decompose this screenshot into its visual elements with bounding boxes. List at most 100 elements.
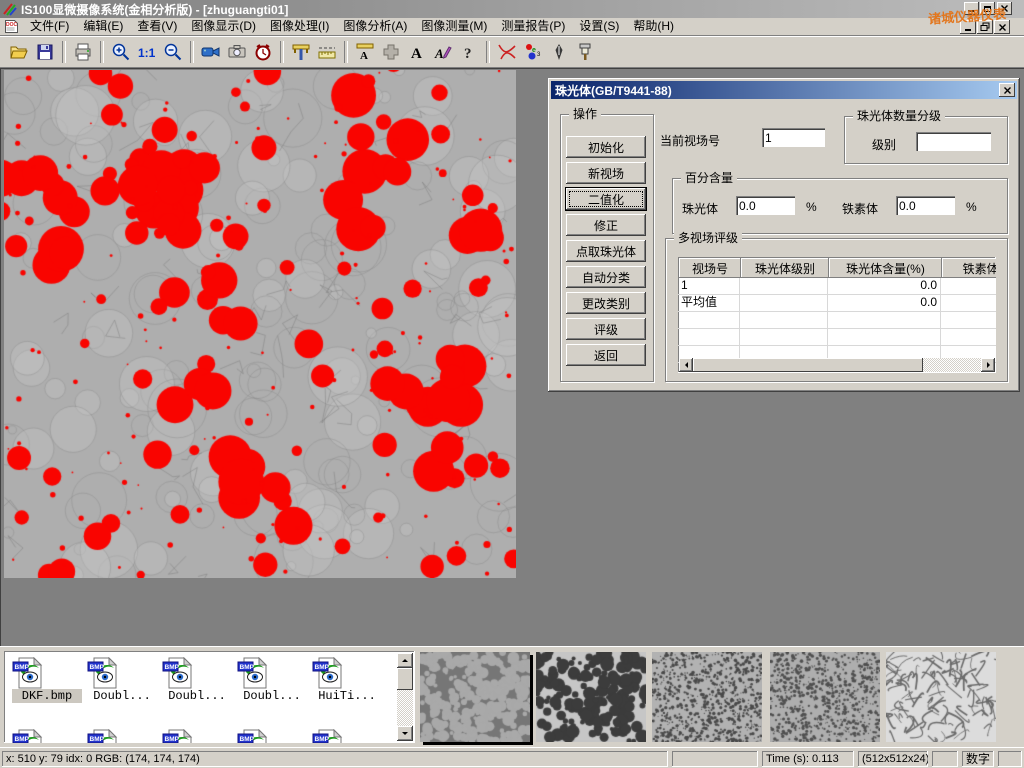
menu-image-process[interactable]: 图像处理(I): [263, 18, 336, 35]
thumbnail-3[interactable]: [652, 652, 762, 742]
change-class-button[interactable]: 更改类别: [566, 292, 646, 314]
file-name[interactable]: Doubl...: [87, 689, 157, 703]
file-item[interactable]: [87, 729, 157, 743]
file-item[interactable]: Doubl...: [162, 657, 232, 703]
caliper-icon[interactable]: [288, 39, 314, 65]
scroll-up-icon[interactable]: [397, 653, 413, 668]
multifield-table[interactable]: 视场号 珠光体级别 珠光体含量(%) 铁素体含量(%) 1 0.0 平均值 0.…: [678, 257, 996, 373]
grade-input[interactable]: [916, 132, 992, 152]
app-icon: [3, 2, 17, 16]
operation-group-label: 操作: [569, 107, 601, 121]
file-item[interactable]: HuiTi...: [312, 657, 382, 703]
menu-settings[interactable]: 设置(S): [572, 18, 626, 35]
pearlite-input[interactable]: [736, 196, 796, 216]
zoom-out-icon[interactable]: [160, 39, 186, 65]
table-row[interactable]: 1 0.0: [678, 278, 996, 295]
annotate-pencil-icon[interactable]: A: [430, 39, 456, 65]
scroll-right-icon[interactable]: [981, 358, 995, 372]
dialog-close-icon[interactable]: [999, 83, 1015, 97]
ferrite-label: 铁素体: [842, 200, 878, 217]
metallograph-canvas[interactable]: [4, 70, 516, 578]
hscroll-thumb[interactable]: [693, 358, 923, 372]
menu-image-analysis[interactable]: 图像分析(A): [336, 18, 414, 35]
document-icon[interactable]: DOC: [4, 19, 19, 34]
ferrite-input[interactable]: [896, 196, 956, 216]
help-icon[interactable]: ?: [456, 39, 482, 65]
measure-text-icon[interactable]: A: [352, 39, 378, 65]
menu-edit[interactable]: 编辑(E): [76, 18, 130, 35]
scroll-left-icon[interactable]: [679, 358, 693, 372]
pattern-cross-icon[interactable]: [378, 39, 404, 65]
text-label-icon[interactable]: A: [404, 39, 430, 65]
toolbar-separator: [100, 41, 104, 63]
file-item[interactable]: Doubl...: [87, 657, 157, 703]
pearlite-percent-sign: %: [806, 200, 817, 214]
vscroll-thumb[interactable]: [397, 668, 413, 690]
file-item[interactable]: [312, 729, 382, 743]
file-browser[interactable]: DKF.bmp Doubl... Doubl... Doubl... HuiTi…: [4, 651, 415, 743]
menu-image-display[interactable]: 图像显示(D): [184, 18, 263, 35]
file-item[interactable]: DKF.bmp: [12, 657, 82, 703]
pen-tool-icon[interactable]: [546, 39, 572, 65]
brush-tool-icon[interactable]: [572, 39, 598, 65]
curve-tool-icon[interactable]: [494, 39, 520, 65]
menu-view[interactable]: 查看(V): [130, 18, 184, 35]
file-name[interactable]: HuiTi...: [312, 689, 382, 703]
file-item[interactable]: Doubl...: [237, 657, 307, 703]
actual-size-icon[interactable]: 1:1: [134, 39, 160, 65]
svg-text:?: ?: [464, 46, 472, 62]
dialog-title-bar[interactable]: 珠光体(GB/T9441-88): [551, 81, 1017, 99]
col-pearlite-content[interactable]: 珠光体含量(%): [829, 258, 942, 278]
snapshot-camera-icon[interactable]: [224, 39, 250, 65]
rate-button[interactable]: 评级: [566, 318, 646, 340]
file-vscrollbar[interactable]: [397, 653, 413, 741]
table-hscrollbar[interactable]: [679, 358, 995, 372]
file-item[interactable]: [162, 729, 232, 743]
status-image-size: (512x512x24): [858, 751, 928, 767]
thumbnail-5[interactable]: [886, 652, 996, 742]
table-row[interactable]: 平均值 0.0: [678, 295, 996, 312]
particle-classify-icon[interactable]: e3: [520, 39, 546, 65]
scroll-down-icon[interactable]: [397, 726, 413, 741]
open-icon[interactable]: [6, 39, 32, 65]
correct-button[interactable]: 修正: [566, 214, 646, 236]
thumbnail-4[interactable]: [770, 652, 880, 742]
timer-clock-icon[interactable]: [250, 39, 276, 65]
multifield-group-label: 多视场评级: [674, 231, 742, 245]
menu-image-measure[interactable]: 图像测量(M): [414, 18, 494, 35]
status-mode: 数字: [962, 751, 994, 767]
thumbnail-2[interactable]: [536, 652, 646, 742]
col-field-no[interactable]: 视场号: [679, 258, 741, 278]
zoom-in-icon[interactable]: [108, 39, 134, 65]
return-button[interactable]: 返回: [566, 344, 646, 366]
menu-file[interactable]: 文件(F): [23, 18, 76, 35]
save-icon[interactable]: [32, 39, 58, 65]
grading-group-label: 珠光体数量分级: [853, 109, 945, 123]
pick-pearlite-button[interactable]: 点取珠光体: [566, 240, 646, 262]
init-button[interactable]: 初始化: [566, 136, 646, 158]
file-name[interactable]: Doubl...: [237, 689, 307, 703]
print-icon[interactable]: [70, 39, 96, 65]
file-name[interactable]: DKF.bmp: [12, 689, 82, 703]
title-bar: IS100显微摄像系统(金相分析版) - [zhuguangti01]: [0, 0, 1024, 18]
current-field-input[interactable]: [762, 128, 826, 148]
new-field-button[interactable]: 新视场: [566, 162, 646, 184]
menu-measure-report[interactable]: 测量报告(P): [494, 18, 572, 35]
file-name[interactable]: Doubl...: [162, 689, 232, 703]
status-position: x: 510 y: 79 idx: 0 RGB: (174, 174, 174): [2, 751, 668, 767]
auto-classify-button[interactable]: 自动分类: [566, 266, 646, 288]
file-item[interactable]: [237, 729, 307, 743]
table-row-empty: [678, 329, 996, 346]
toolbar-separator: [62, 41, 66, 63]
col-pearlite-grade[interactable]: 珠光体级别: [741, 258, 829, 278]
binarize-button[interactable]: 二值化: [566, 188, 646, 210]
bottom-panel: BMP DKF.bmp Doubl... Doubl... Doubl...: [0, 646, 1024, 747]
file-item[interactable]: [12, 729, 82, 743]
svg-text:A: A: [360, 50, 368, 62]
col-ferrite-content[interactable]: 铁素体含量(%): [942, 258, 996, 278]
video-camera-icon[interactable]: [198, 39, 224, 65]
ruler-icon[interactable]: [314, 39, 340, 65]
menu-help[interactable]: 帮助(H): [626, 18, 681, 35]
thumbnail-1[interactable]: [420, 652, 530, 742]
toolbar-separator: [280, 41, 284, 63]
